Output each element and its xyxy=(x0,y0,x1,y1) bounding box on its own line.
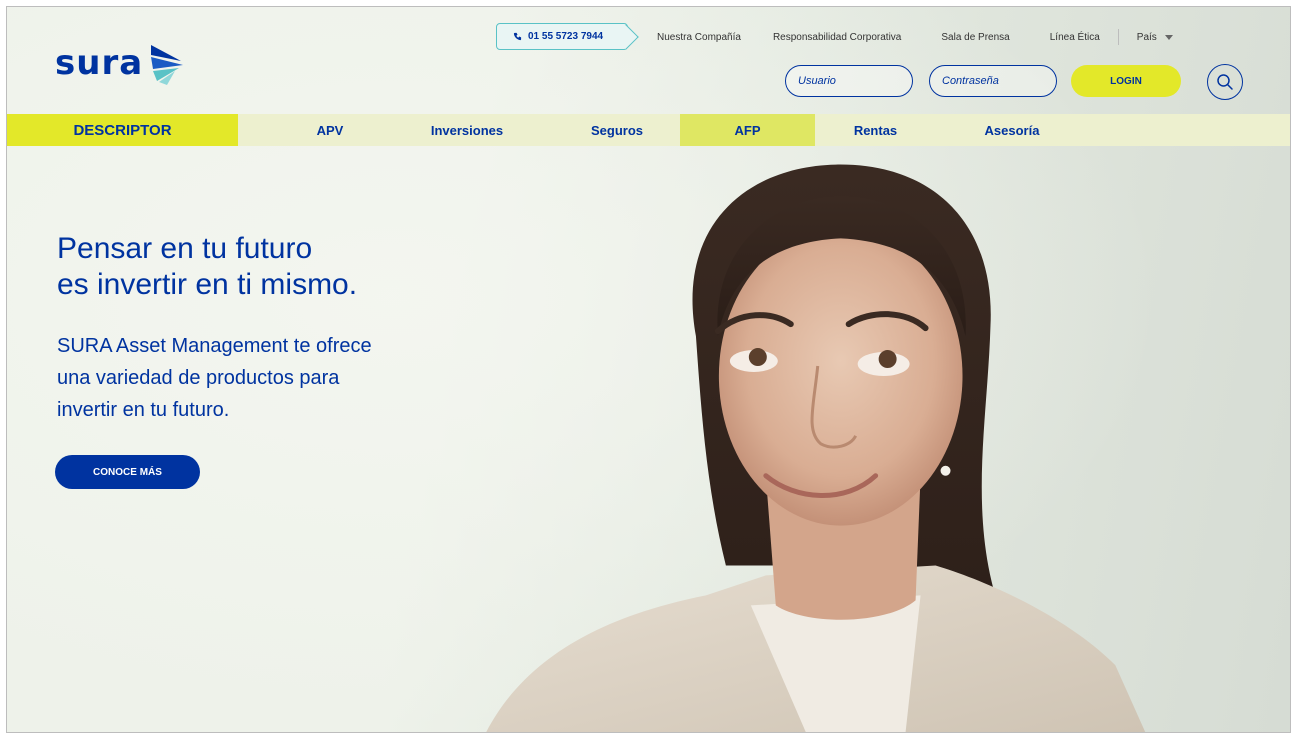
country-selector[interactable]: País xyxy=(1137,32,1173,43)
main-navigation: DESCRIPTOR APV Inversiones Seguros AFP R… xyxy=(7,114,1290,146)
nav-link-company[interactable]: Nuestra Compañía xyxy=(657,32,741,43)
nav-divider xyxy=(1117,29,1119,45)
nav-link-press-room[interactable]: Sala de Prensa xyxy=(941,32,1009,43)
phone-icon xyxy=(513,32,522,41)
page-frame: sura 01 55 5723 7944 Nuestra Compañía Re… xyxy=(6,6,1291,733)
hero-description: SURA Asset Management te ofrece una vari… xyxy=(57,330,477,426)
password-field[interactable] xyxy=(929,65,1057,97)
description-line-1: SURA Asset Management te ofrece xyxy=(57,335,372,357)
logo-wing-icon xyxy=(151,45,184,85)
learn-more-button[interactable]: CONOCE MÁS xyxy=(55,455,200,489)
nav-item-seguros[interactable]: Seguros xyxy=(562,114,672,146)
username-field[interactable] xyxy=(785,65,913,97)
nav-item-asesoria[interactable]: Asesoría xyxy=(957,114,1067,146)
login-button[interactable]: LOGIN xyxy=(1071,65,1181,97)
description-line-2: una variedad de productos para xyxy=(57,367,340,389)
nav-item-afp[interactable]: AFP xyxy=(680,114,815,146)
sura-logo[interactable]: sura xyxy=(55,41,187,85)
description-line-3: invertir en tu futuro. xyxy=(57,399,230,421)
logo-wordmark: sura xyxy=(55,43,144,83)
headline-line-1: Pensar en tu futuro xyxy=(57,232,313,265)
chevron-down-icon xyxy=(1164,34,1173,40)
nav-link-corporate-responsibility[interactable]: Responsabilidad Corporativa xyxy=(773,32,901,43)
nav-item-inversiones[interactable]: Inversiones xyxy=(412,114,522,146)
headline-line-2: es invertir en ti mismo. xyxy=(57,268,358,301)
phone-contact[interactable]: 01 55 5723 7944 xyxy=(496,23,629,50)
nav-item-descriptor[interactable]: DESCRIPTOR xyxy=(7,114,238,146)
search-icon xyxy=(1217,74,1233,90)
search-button[interactable] xyxy=(1207,64,1243,100)
country-label: País xyxy=(1136,31,1157,43)
top-navigation: Nuestra Compañía Responsabilidad Corpora… xyxy=(657,29,1173,45)
hero-headline: Pensar en tu futuro es invertir en ti mi… xyxy=(57,231,507,303)
phone-number: 01 55 5723 7944 xyxy=(528,31,604,42)
nav-item-rentas[interactable]: Rentas xyxy=(818,114,933,146)
nav-item-apv[interactable]: APV xyxy=(275,114,385,146)
nav-link-ethics-line[interactable]: Línea Ética xyxy=(1050,32,1100,43)
